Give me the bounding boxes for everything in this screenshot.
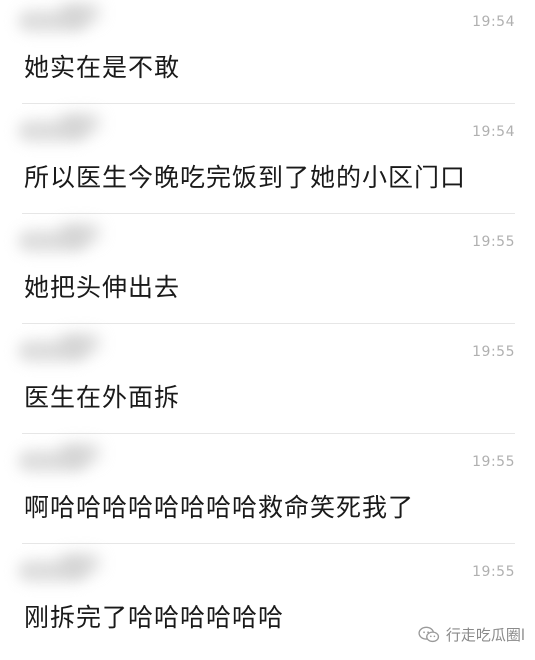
message-text: 她实在是不敢 <box>24 53 181 82</box>
blurred-sender-name <box>60 334 100 352</box>
blurred-sender-name <box>60 224 100 242</box>
watermark: 行走吃瓜圈l <box>418 624 525 645</box>
blurred-sender-name <box>60 554 100 572</box>
message-item[interactable]: 19:55 啊哈哈哈哈哈哈哈哈救命笑死我了 <box>0 440 535 550</box>
divider <box>22 433 515 434</box>
message-time: 19:54 <box>472 124 515 140</box>
message-time: 19:55 <box>472 454 515 470</box>
message-text: 刚拆完了哈哈哈哈哈哈 <box>24 603 285 632</box>
blurred-sender-name <box>60 4 100 22</box>
chat-message-list: 19:54 她实在是不敢 19:54 所以医生今晚吃完饭到了她的小区门口 19:… <box>0 0 535 657</box>
message-text: 医生在外面拆 <box>24 383 181 412</box>
message-time: 19:55 <box>472 344 515 360</box>
blurred-sender-name <box>60 444 100 462</box>
divider <box>22 213 515 214</box>
watermark-label: 行走吃瓜圈l <box>445 626 525 644</box>
message-time: 19:55 <box>472 234 515 250</box>
message-time: 19:54 <box>472 14 515 30</box>
message-item[interactable]: 19:54 她实在是不敢 <box>0 0 535 110</box>
divider <box>22 543 515 544</box>
message-item[interactable]: 19:55 医生在外面拆 <box>0 330 535 440</box>
divider <box>22 103 515 104</box>
wechat-icon <box>418 626 439 642</box>
divider <box>22 323 515 324</box>
message-item[interactable]: 19:54 所以医生今晚吃完饭到了她的小区门口 <box>0 110 535 220</box>
message-text: 所以医生今晚吃完饭到了她的小区门口 <box>24 163 467 192</box>
message-item[interactable]: 19:55 她把头伸出去 <box>0 220 535 330</box>
message-text: 她把头伸出去 <box>24 273 181 302</box>
message-text: 啊哈哈哈哈哈哈哈哈救命笑死我了 <box>24 493 415 522</box>
blurred-sender-name <box>60 114 100 132</box>
message-time: 19:55 <box>472 564 515 580</box>
